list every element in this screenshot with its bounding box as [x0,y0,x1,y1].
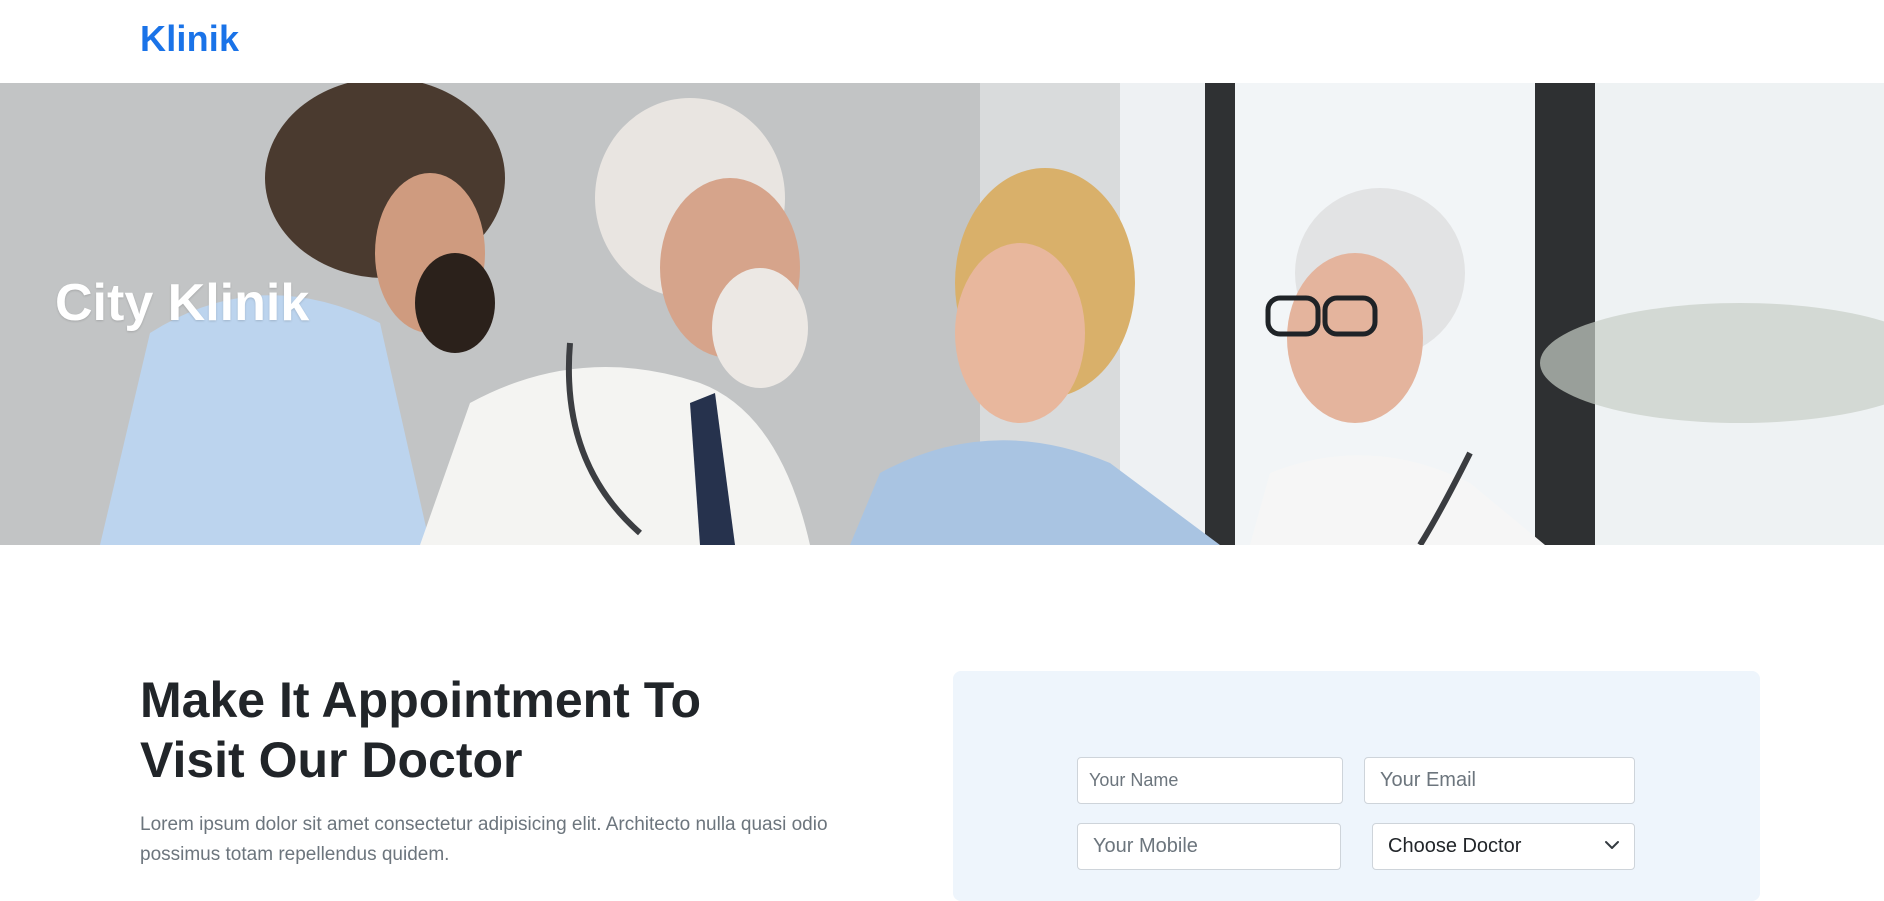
doctor-select[interactable]: Choose Doctor [1372,823,1635,870]
appointment-heading-line1: Make It Appointment To [140,672,702,728]
chevron-down-icon [1605,841,1619,849]
hero-title: City Klinik [55,274,310,332]
brand-logo[interactable]: Klinik [140,18,239,60]
appointment-form: Choose Doctor [953,671,1760,901]
appointment-heading-line2: Visit Our Doctor [140,732,523,788]
name-input[interactable] [1077,757,1343,804]
hero-banner: City Klinik [0,83,1884,545]
doctor-select-value: Choose Doctor [1388,835,1522,857]
appointment-heading: Make It Appointment To Visit Our Doctor [140,670,900,790]
mobile-input[interactable] [1077,823,1341,870]
email-input[interactable] [1364,757,1635,804]
appointment-description: Lorem ipsum dolor sit amet consectetur a… [140,814,828,865]
navbar: Klinik [0,0,1884,83]
